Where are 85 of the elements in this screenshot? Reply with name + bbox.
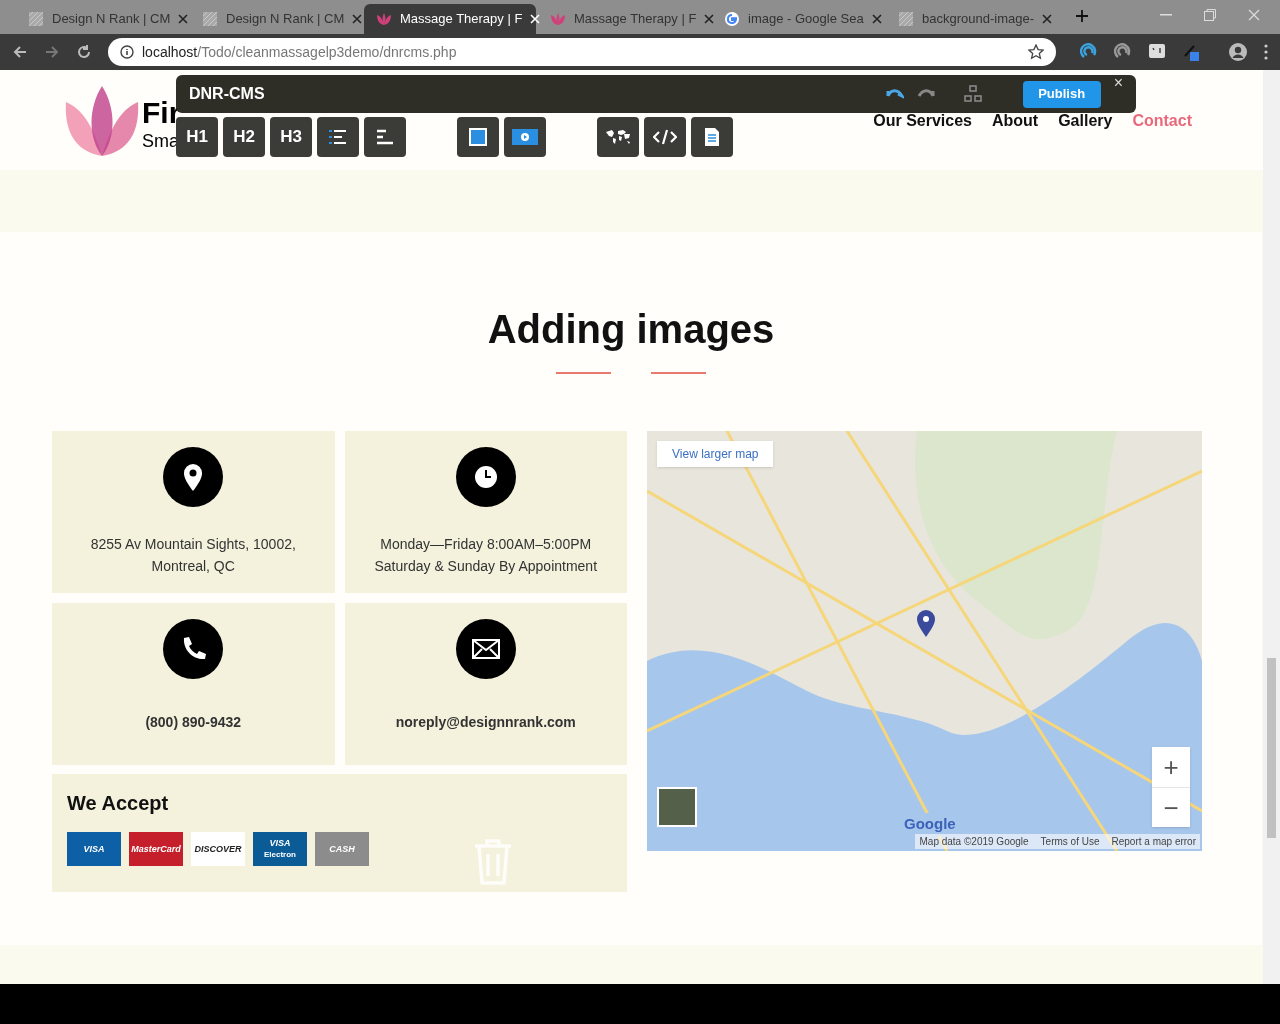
close-icon[interactable] — [871, 14, 882, 24]
browser-tab[interactable]: Design N Rank | CM — [16, 4, 188, 34]
zoom-out-button[interactable]: − — [1152, 787, 1190, 827]
close-button[interactable]: × — [1113, 74, 1123, 91]
code-icon — [653, 129, 677, 145]
we-accept-title: We Accept — [67, 791, 170, 816]
payment-card-logo: CASH — [315, 832, 369, 866]
toolbar-button[interactable] — [691, 117, 733, 157]
nav-link[interactable]: Our Services — [873, 109, 972, 133]
close-icon[interactable] — [178, 14, 189, 24]
phone-icon — [163, 619, 224, 679]
nav-link[interactable]: About — [991, 109, 1039, 133]
contact-text: noreply@designnrank.com — [395, 713, 576, 732]
google-icon — [724, 11, 740, 27]
eyedropper-icon[interactable] — [1182, 43, 1200, 61]
browser-tab[interactable]: background-image- — [886, 4, 1058, 34]
map-attribution: Map data ©2019 Google — [919, 835, 1029, 849]
contact-text: Monday—Friday 8:00AM–5:00PM — [380, 535, 592, 554]
map-pin-icon — [916, 610, 936, 638]
cms-title: DNR-CMS — [189, 84, 265, 104]
tab-title: Massage Therapy | F — [574, 10, 697, 29]
tab-title: Design N Rank | CM — [226, 10, 345, 29]
toolbar-button[interactable] — [317, 117, 359, 157]
payment-card-logo: VISA — [67, 832, 121, 866]
tab-title: Design N Rank | CM — [52, 10, 171, 29]
browser-tab[interactable]: Massage Therapy | F — [538, 4, 710, 34]
url-text: localhost/Todo/cleanmassagelp3demo/dnrcms.php — [142, 42, 458, 62]
clock-icon — [455, 447, 516, 507]
sitemap-icon[interactable] — [963, 85, 982, 103]
extension-icon[interactable] — [1080, 43, 1098, 61]
pattern-icon — [202, 11, 218, 27]
report-link[interactable]: Report a map error — [1111, 834, 1196, 849]
view-larger-map-link[interactable]: View larger map — [657, 441, 774, 467]
extension-icon[interactable] — [1114, 43, 1132, 61]
toolbar-button[interactable] — [597, 117, 639, 157]
terms-link[interactable]: Terms of Use — [1040, 834, 1100, 849]
close-icon[interactable] — [1042, 14, 1052, 24]
pattern-icon — [898, 11, 914, 27]
payment-card-logo: VISA Electron — [253, 832, 307, 866]
menu-icon[interactable] — [1264, 44, 1268, 60]
nav-link[interactable]: Gallery — [1058, 109, 1113, 133]
forward-icon[interactable] — [44, 44, 60, 60]
pattern-icon — [28, 11, 44, 27]
contact-text: (800) 890-9432 — [145, 713, 242, 732]
browser-tab[interactable]: image - Google Sea — [712, 4, 884, 34]
section-heading: Adding images — [487, 306, 775, 353]
tab-title: Massage Therapy | F — [400, 10, 523, 29]
document-icon — [704, 127, 720, 147]
scrollbar[interactable] — [1263, 70, 1280, 984]
profile-icon[interactable] — [1228, 42, 1248, 62]
envelope-icon — [455, 619, 516, 679]
payment-card-logo: DISCOVER — [191, 832, 245, 866]
heading-button[interactable]: H1 — [176, 117, 218, 157]
video-icon — [512, 129, 538, 145]
image-icon — [469, 128, 487, 146]
contact-text: Montreal, QC — [151, 557, 235, 576]
payment-card-logo: MasterCard — [129, 832, 183, 866]
bookmark-icon[interactable] — [1148, 43, 1166, 61]
heading-button[interactable]: H2 — [223, 117, 265, 157]
zoom-in-button[interactable]: + — [1152, 747, 1190, 787]
satellite-toggle[interactable] — [657, 787, 697, 827]
reload-icon[interactable] — [76, 44, 92, 60]
address-bar[interactable]: localhost/Todo/cleanmassagelp3demo/dnrcms.php — [108, 38, 1056, 66]
toolbar-button[interactable] — [457, 117, 499, 157]
world-map-icon — [604, 129, 632, 145]
contact-text: 8255 Av Mountain Sights, 10002, — [90, 535, 296, 554]
toolbar-button[interactable] — [644, 117, 686, 157]
back-icon[interactable] — [12, 44, 28, 60]
tab-title: image - Google Sea — [748, 10, 864, 29]
heading-button[interactable]: H3 — [270, 117, 312, 157]
info-icon[interactable] — [120, 45, 134, 59]
toolbar-button[interactable] — [504, 117, 546, 157]
location-pin-icon — [163, 447, 224, 507]
close-icon[interactable] — [704, 14, 715, 24]
star-icon[interactable] — [1028, 44, 1044, 60]
list-icon — [329, 129, 347, 145]
tab-title: background-image- — [922, 10, 1034, 29]
undo-icon[interactable] — [885, 87, 904, 101]
contact-text: Saturday & Sunday By Appointment — [374, 557, 598, 576]
close-icon[interactable] — [352, 14, 363, 24]
lotus-icon — [550, 12, 566, 26]
toolbar-button[interactable] — [364, 117, 406, 157]
align-left-icon — [376, 129, 394, 145]
browser-tab[interactable]: Design N Rank | CM — [190, 4, 362, 34]
lotus-icon — [376, 12, 392, 26]
